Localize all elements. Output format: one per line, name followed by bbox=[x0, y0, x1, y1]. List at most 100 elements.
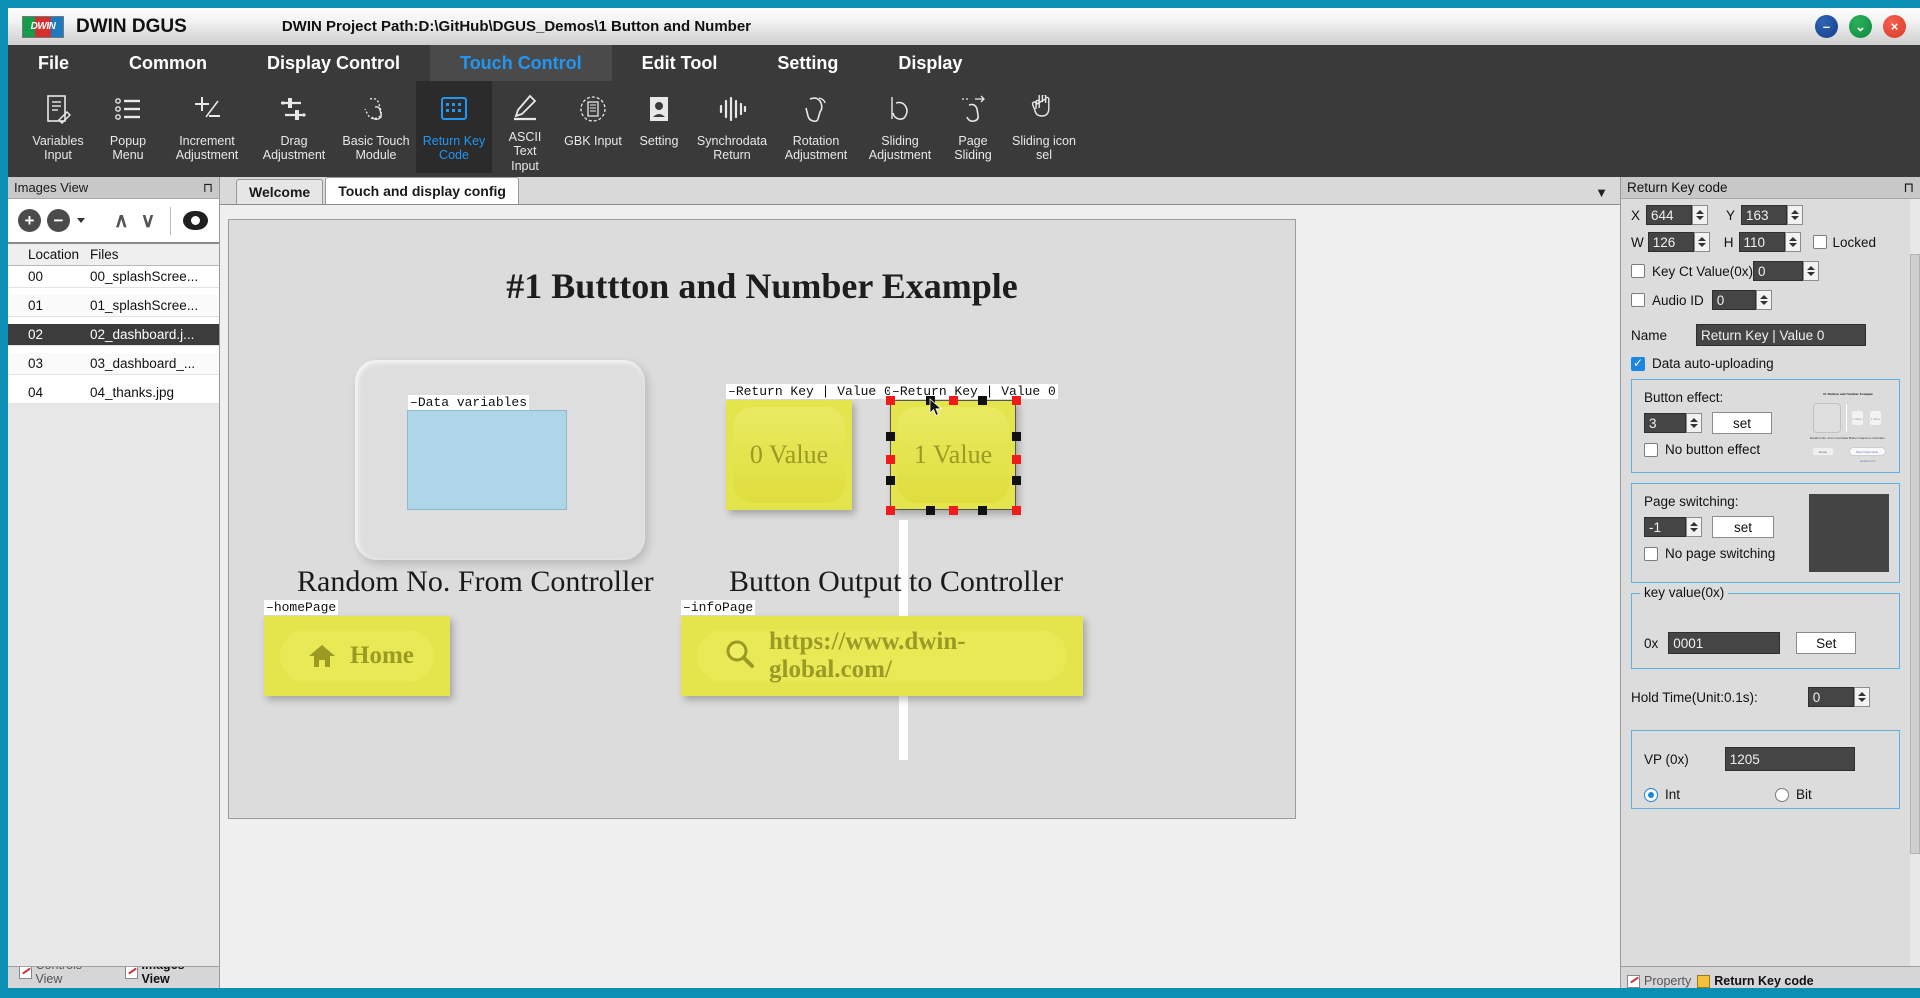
pin-icon[interactable]: ⊓ bbox=[203, 180, 213, 196]
w-stepper[interactable] bbox=[1694, 232, 1710, 252]
page-switching-set-button[interactable]: set bbox=[1712, 516, 1774, 538]
remove-image-button[interactable]: − bbox=[47, 209, 70, 232]
return-key-widget-0[interactable]: –Return Key | Value 0 0 Value bbox=[726, 400, 852, 510]
home-page-widget[interactable]: –homePage Home bbox=[264, 616, 450, 696]
page-switching-preview[interactable] bbox=[1809, 494, 1889, 572]
menu-common[interactable]: Common bbox=[99, 45, 237, 81]
h-stepper[interactable] bbox=[1785, 232, 1801, 252]
vp-int-radio[interactable] bbox=[1644, 788, 1658, 802]
title-bar: DWIN DGUS DWIN Project Path:D:\GitHub\DG… bbox=[8, 8, 1920, 45]
tab-touch-and-display-config[interactable]: Touch and display config bbox=[325, 177, 519, 204]
maximize-button[interactable]: ⌄ bbox=[1849, 15, 1872, 38]
table-row[interactable]: 04 04_thanks.jpg bbox=[8, 382, 219, 404]
y-stepper[interactable] bbox=[1787, 205, 1803, 225]
row-file: 04_thanks.jpg bbox=[84, 385, 219, 400]
audio-id-checkbox[interactable] bbox=[1631, 293, 1645, 307]
ribbon-sliding-icon-sel[interactable]: Sliding icon sel bbox=[1004, 81, 1084, 173]
audio-id-input[interactable]: 0 bbox=[1712, 290, 1756, 310]
ribbon-rotation-adjustment[interactable]: Rotation Adjustment bbox=[774, 81, 858, 173]
w-input[interactable]: 126 bbox=[1648, 232, 1694, 252]
ribbon-synchrodata-return[interactable]: Synchrodata Return bbox=[690, 81, 774, 173]
x-stepper[interactable] bbox=[1692, 205, 1708, 225]
menu-file[interactable]: File bbox=[8, 45, 99, 81]
tab-welcome[interactable]: Welcome bbox=[236, 179, 323, 204]
menu-edit-tool[interactable]: Edit Tool bbox=[612, 45, 748, 81]
audio-id-stepper[interactable] bbox=[1756, 290, 1772, 310]
properties-scrollbar[interactable] bbox=[1910, 199, 1920, 966]
tab-label: Property bbox=[1644, 974, 1691, 988]
tab-images-view[interactable]: Images View bbox=[119, 966, 219, 988]
move-up-button[interactable]: ∧ bbox=[111, 208, 132, 233]
hold-time-stepper[interactable] bbox=[1854, 687, 1870, 707]
ribbon-drag-adjustment[interactable]: Drag Adjustment bbox=[252, 81, 336, 173]
data-variables-widget[interactable]: –Data variables bbox=[407, 410, 567, 510]
key-ct-stepper[interactable] bbox=[1803, 261, 1819, 281]
chevron-down-icon[interactable]: ▼ bbox=[1595, 185, 1608, 200]
menu-display[interactable]: Display bbox=[868, 45, 992, 81]
table-row[interactable]: 03 03_dashboard_... bbox=[8, 353, 219, 375]
row-file: 03_dashboard_... bbox=[84, 356, 219, 371]
h-input[interactable]: 110 bbox=[1739, 232, 1785, 252]
key-value-set-button[interactable]: Set bbox=[1796, 632, 1856, 654]
pin-icon[interactable]: ⊓ bbox=[1903, 180, 1914, 196]
ribbon-ascii-text-input[interactable]: ASCII Text Input bbox=[492, 81, 558, 173]
tab-property[interactable]: Property bbox=[1627, 974, 1691, 988]
vp-bit-label: Bit bbox=[1796, 787, 1812, 802]
ribbon-sliding-adjustment[interactable]: Sliding Adjustment bbox=[858, 81, 942, 173]
table-row[interactable]: 02 02_dashboard.j... bbox=[8, 324, 219, 346]
ribbon-page-sliding[interactable]: Page Sliding bbox=[942, 81, 1004, 173]
widget-tag-label: –Return Key | Value 0 bbox=[890, 384, 1058, 399]
page-switching-stepper[interactable] bbox=[1686, 517, 1702, 537]
vp-bit-radio[interactable] bbox=[1775, 788, 1789, 802]
ribbon-popup-menu[interactable]: Popup Menu bbox=[94, 81, 162, 173]
properties-title: Return Key code bbox=[1627, 180, 1728, 195]
button-effect-stepper[interactable] bbox=[1686, 413, 1702, 433]
caret-down-icon[interactable] bbox=[77, 218, 85, 223]
key-ct-checkbox[interactable] bbox=[1631, 264, 1645, 278]
y-input[interactable]: 163 bbox=[1741, 205, 1787, 225]
add-image-button[interactable]: + bbox=[18, 209, 41, 232]
toolbar-divider bbox=[170, 207, 171, 235]
tab-controls-view[interactable]: Controls View bbox=[13, 966, 115, 988]
menu-display-control[interactable]: Display Control bbox=[237, 45, 430, 81]
info-page-widget[interactable]: –infoPage https://www.dwin-global.com/ bbox=[681, 616, 1083, 696]
ribbon-return-key-code[interactable]: Return Key Code bbox=[416, 81, 492, 173]
locked-checkbox[interactable] bbox=[1813, 235, 1827, 249]
scrollbar-thumb[interactable] bbox=[1910, 254, 1920, 854]
key-ct-input[interactable]: 0 bbox=[1753, 261, 1803, 281]
minimize-button[interactable]: – bbox=[1815, 15, 1838, 38]
ribbon-gbk-input[interactable]: GBK Input bbox=[558, 81, 628, 173]
ribbon-label: Variables Input bbox=[28, 134, 88, 163]
ribbon-basic-touch-module[interactable]: Basic Touch Module bbox=[336, 81, 416, 173]
button-effect-preview[interactable]: #1 Buttton and Number Example 0 Value 1 … bbox=[1807, 390, 1889, 462]
info-button-pill: https://www.dwin-global.com/ bbox=[697, 630, 1067, 682]
plus-minus-icon bbox=[192, 87, 222, 131]
no-page-switching-checkbox[interactable] bbox=[1644, 547, 1658, 561]
widget-tag-label: –Data variables bbox=[408, 395, 529, 410]
data-auto-uploading-checkbox[interactable] bbox=[1631, 357, 1645, 371]
ribbon-label: Popup Menu bbox=[100, 134, 156, 163]
design-canvas[interactable]: #1 Buttton and Number Example –Data vari… bbox=[228, 219, 1296, 819]
ribbon-increment-adjustment[interactable]: Increment Adjustment bbox=[162, 81, 252, 173]
table-row[interactable]: 01 01_splashScree... bbox=[8, 295, 219, 317]
eye-icon[interactable] bbox=[183, 211, 208, 230]
key-value-input[interactable]: 0001 bbox=[1668, 632, 1780, 654]
menu-setting[interactable]: Setting bbox=[747, 45, 868, 81]
move-down-button[interactable]: ∨ bbox=[138, 208, 159, 233]
chevron-down-icon: ⌄ bbox=[1849, 15, 1872, 38]
ribbon-variables-input[interactable]: Variables Input bbox=[22, 81, 94, 173]
close-button[interactable]: × bbox=[1883, 15, 1906, 38]
ribbon-setting[interactable]: Setting bbox=[628, 81, 690, 173]
name-input[interactable]: Return Key | Value 0 bbox=[1696, 324, 1866, 346]
button-effect-input[interactable]: 3 bbox=[1644, 413, 1686, 433]
menu-touch-control[interactable]: Touch Control bbox=[430, 45, 612, 81]
col-header-files: Files bbox=[84, 247, 219, 262]
hold-time-input[interactable]: 0 bbox=[1808, 687, 1854, 707]
x-input[interactable]: 644 bbox=[1646, 205, 1692, 225]
vp-input[interactable]: 1205 bbox=[1725, 747, 1855, 771]
page-switching-input[interactable]: -1 bbox=[1644, 517, 1686, 537]
no-button-effect-checkbox[interactable] bbox=[1644, 443, 1658, 457]
table-row[interactable]: 00 00_splashScree... bbox=[8, 266, 219, 288]
tab-return-key-code[interactable]: Return Key code bbox=[1697, 974, 1813, 988]
button-effect-set-button[interactable]: set bbox=[1712, 412, 1772, 434]
